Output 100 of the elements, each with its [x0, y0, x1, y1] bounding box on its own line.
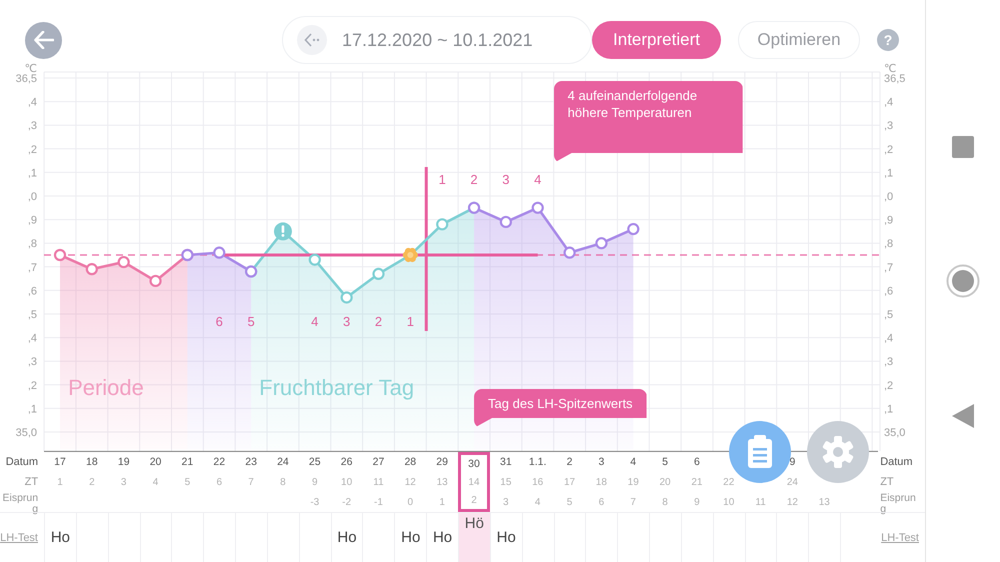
count-label: 1	[438, 172, 446, 187]
lh-result-cell: Hö	[458, 513, 490, 562]
ovulation-day-label: 7	[630, 496, 636, 508]
count-label: 1	[406, 314, 414, 329]
cycle-day-label: 9	[312, 476, 318, 488]
date-label: 19	[118, 456, 130, 468]
row-label: Datum	[6, 455, 40, 470]
axis-label: ,9	[884, 214, 894, 227]
lh-result-cell: Ho	[490, 513, 522, 562]
axis-label: ,5	[884, 309, 894, 321]
count-label: 5	[247, 314, 255, 329]
count-label: 6	[216, 314, 223, 329]
back-icon[interactable]	[952, 404, 974, 428]
date-label: 1.1.	[528, 456, 546, 468]
ovulation-day-label: 0	[408, 496, 414, 508]
cycle-day-label: 22	[723, 476, 734, 488]
date-label: 21	[182, 456, 194, 468]
flower-icon	[402, 248, 418, 262]
date-label: 2	[566, 456, 572, 468]
date-label: 9	[790, 456, 796, 468]
data-point	[86, 263, 98, 276]
axis-label: ,8	[28, 238, 37, 250]
cycle-day-label: 10	[341, 476, 352, 488]
date-label: 30	[468, 458, 480, 470]
home-icon[interactable]	[946, 264, 980, 298]
cycle-day-label: 3	[120, 476, 126, 488]
selected-day-column[interactable]: 30 14 2	[458, 452, 490, 512]
date-label: 5	[662, 456, 668, 468]
settings-icon	[821, 435, 855, 469]
date-label: 6	[694, 456, 700, 468]
date-range-text: 17.12.2020 ~ 10.1.2021	[342, 30, 533, 50]
date-label: 3	[598, 456, 604, 468]
axis-label: ,6	[28, 285, 37, 298]
axis-label: ,2	[884, 380, 894, 392]
date-label: 17	[54, 456, 66, 468]
axis-label: ,3	[28, 120, 37, 132]
cycle-day-label: 11	[373, 476, 384, 488]
cycle-day-label: 16	[532, 476, 544, 488]
data-point	[118, 256, 130, 268]
ovulation-day-label: 8	[662, 496, 668, 508]
date-label: 24	[277, 456, 289, 468]
axis-label: ,8	[884, 238, 894, 250]
date-label: 23	[245, 456, 257, 468]
data-point	[532, 202, 544, 214]
row-label: ZT	[24, 475, 40, 490]
arrow-left-icon	[34, 31, 54, 49]
cycle-day-label: 17	[564, 476, 576, 488]
cycle-day-label: 19	[628, 476, 639, 488]
lh-result-cell: Ho	[394, 513, 426, 562]
callout-bubble: 4 aufeinanderfolgende höhere Temperaturen	[554, 81, 743, 163]
axis-label: ,4	[28, 332, 37, 345]
date-label: 18	[86, 456, 98, 468]
data-point	[627, 222, 640, 236]
mode-tab[interactable]: Interpretiert	[592, 21, 721, 59]
data-point	[564, 246, 576, 259]
count-label: 2	[374, 314, 382, 329]
axis-label: ,3	[884, 356, 894, 368]
date-label: 27	[372, 456, 384, 468]
ovulation-day-label: 3	[503, 496, 509, 508]
data-point	[372, 268, 385, 280]
ovulation-day-label: 6	[598, 496, 604, 508]
recents-icon[interactable]	[952, 136, 974, 158]
data-point	[54, 248, 66, 262]
ovulation-day-label: 4	[534, 496, 540, 508]
axis-label: ,1	[884, 403, 894, 416]
axis-label: 36,5	[16, 73, 37, 85]
mode-tab[interactable]: Optimieren	[738, 21, 860, 59]
axis-label: 35,0	[16, 427, 37, 439]
data-point	[340, 291, 353, 304]
ovulation-day-label: 5	[566, 496, 572, 508]
ovulation-day-label: 10	[723, 496, 734, 508]
lh-result-cell: Ho	[44, 513, 76, 562]
cycle-day-label: 15	[500, 476, 512, 488]
data-point	[595, 237, 608, 250]
axis-label: ,1	[28, 167, 37, 180]
date-label: 25	[308, 456, 321, 468]
axis-label: ,2	[884, 144, 894, 156]
cycle-day-label: 21	[691, 476, 702, 488]
axis-label: 36,5	[884, 73, 906, 85]
cycle-day-label: 20	[659, 476, 671, 488]
axis-label: ,2	[28, 380, 37, 392]
date-range-field[interactable]: 17.12.2020 ~ 10.1.2021	[282, 16, 592, 64]
help-button[interactable]: ?	[877, 29, 899, 51]
cycle-day-label: 4	[152, 476, 158, 488]
axis-label: ,0	[884, 191, 894, 203]
date-label: 4	[630, 456, 636, 468]
date-label: 31	[500, 456, 512, 468]
axis-unit: ℃	[24, 63, 37, 75]
lh-result-cell: Ho	[330, 513, 362, 562]
date-label: 26	[340, 456, 352, 468]
axis-unit: ℃	[884, 63, 896, 75]
data-point	[500, 216, 512, 228]
back-button[interactable]	[25, 22, 62, 58]
lh-test-link[interactable]: LH-Test	[881, 532, 919, 544]
cycle-day-label: 1	[57, 476, 63, 488]
lh-test-link[interactable]: LH-Test	[0, 532, 38, 544]
axis-label: ,4	[884, 96, 894, 109]
date-label: 28	[404, 456, 416, 468]
ovulation-day-label: 11	[755, 496, 766, 508]
ovulation-day-label: 9	[694, 496, 700, 508]
